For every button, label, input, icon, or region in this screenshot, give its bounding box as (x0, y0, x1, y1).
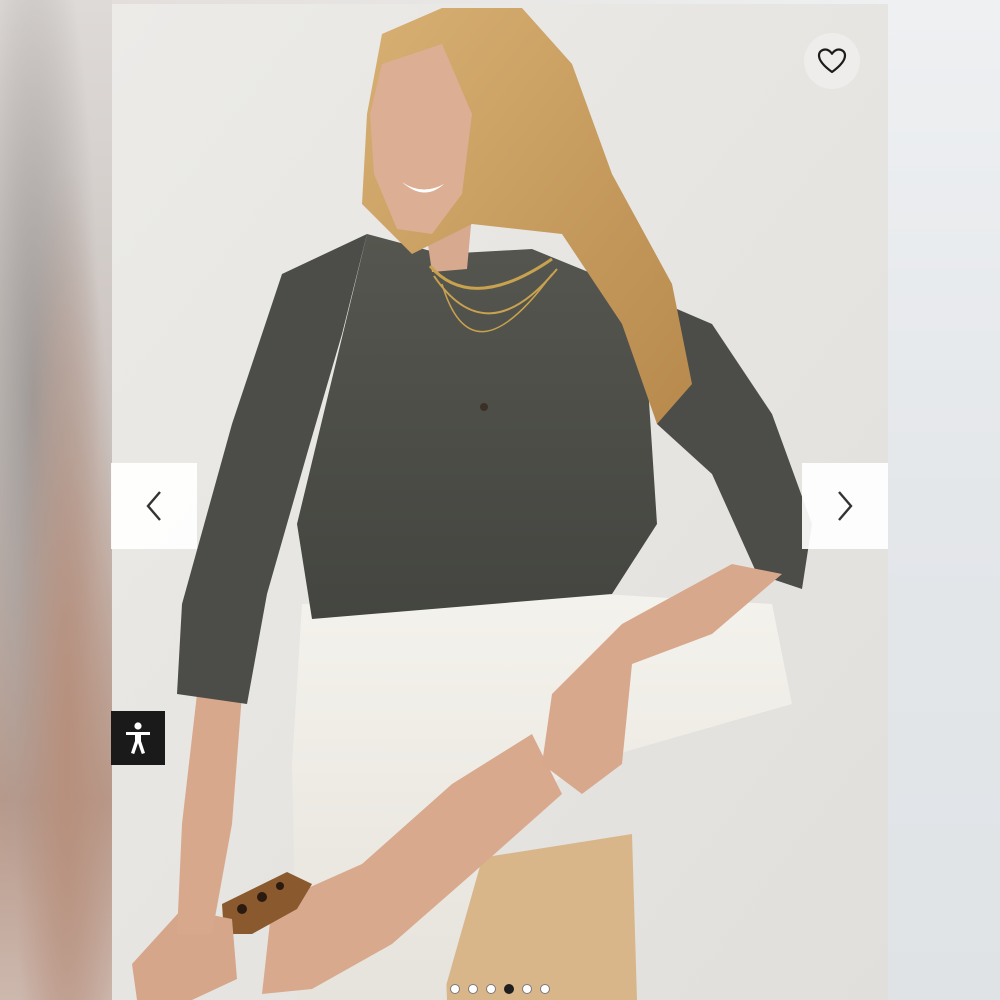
accessibility-person-icon (126, 722, 150, 754)
product-photo (112, 4, 888, 1000)
chevron-right-icon (838, 491, 853, 521)
pagination-dot[interactable] (450, 984, 460, 994)
heart-outline-icon (817, 48, 847, 74)
blurred-backdrop-right (888, 0, 1000, 1000)
previous-image-button[interactable] (111, 463, 197, 549)
chevron-left-icon (146, 491, 161, 521)
pagination-dot[interactable] (540, 984, 550, 994)
pagination-dot[interactable] (504, 984, 514, 994)
pagination-dot[interactable] (522, 984, 532, 994)
image-pagination (450, 983, 550, 995)
pagination-dot[interactable] (486, 984, 496, 994)
wishlist-button[interactable] (804, 33, 860, 89)
product-image-gallery[interactable] (112, 4, 888, 1000)
blurred-backdrop-left (0, 0, 112, 1000)
accessibility-button[interactable] (111, 711, 165, 765)
next-image-button[interactable] (802, 463, 888, 549)
pagination-dot[interactable] (468, 984, 478, 994)
